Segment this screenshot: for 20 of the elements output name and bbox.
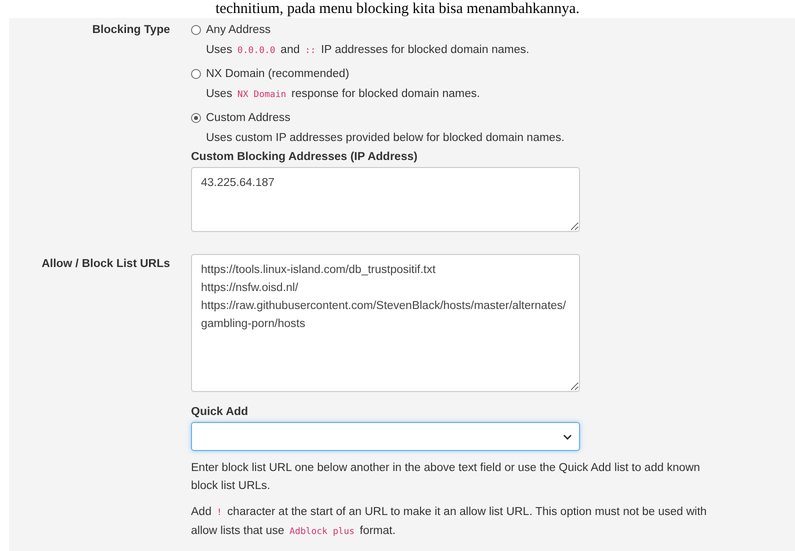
radio-icon[interactable] bbox=[191, 69, 201, 79]
field-label: Blocking Type bbox=[91, 23, 170, 38]
radio-option[interactable]: Custom Address bbox=[191, 108, 611, 128]
option-description: Uses 0.0.0.0 and :: IP addresses for blocked domain names. bbox=[206, 43, 530, 58]
help-text: Enter block list URL one below another in the above text field or use the Quick Add list to add known block list URLs. bbox=[191, 461, 702, 494]
radio-icon[interactable] bbox=[191, 113, 201, 123]
option-description: Uses custom IP addresses provided below for blocked domain names. bbox=[206, 131, 566, 146]
article-text: technitium, pada menu blocking kita bisa menambahkannya. bbox=[214, 0, 581, 18]
quick-add-dropdown[interactable] bbox=[191, 422, 580, 451]
field-label: Quick Add bbox=[191, 406, 250, 420]
chevron-icon bbox=[563, 434, 572, 440]
option-description: Uses NX Domain response for blocked domain names. bbox=[206, 87, 481, 102]
radio-option[interactable]: Any Address bbox=[191, 20, 611, 40]
field-label: Allow / Block List URLs bbox=[40, 257, 170, 272]
help-text: Add ! character at the start of an URL to make it an allow list URL. This option must not be used with allow lists that use Adblock plus format. bbox=[191, 505, 708, 539]
input-field[interactable]: https://tools.linux-island.com/db_trustpositif.txt https://nsfw.oisd.nl/ https://raw.githubusercontent.com/StevenBlack/hosts/master/alternates/gambling-porn/hosts bbox=[191, 254, 580, 392]
radio-option[interactable]: NX Domain (recommended) bbox=[191, 64, 611, 84]
radio-icon[interactable] bbox=[191, 25, 201, 35]
field-label: Custom Blocking Addresses (IP Address) bbox=[191, 151, 418, 165]
input-field[interactable]: 43.225.64.187 bbox=[191, 167, 580, 232]
